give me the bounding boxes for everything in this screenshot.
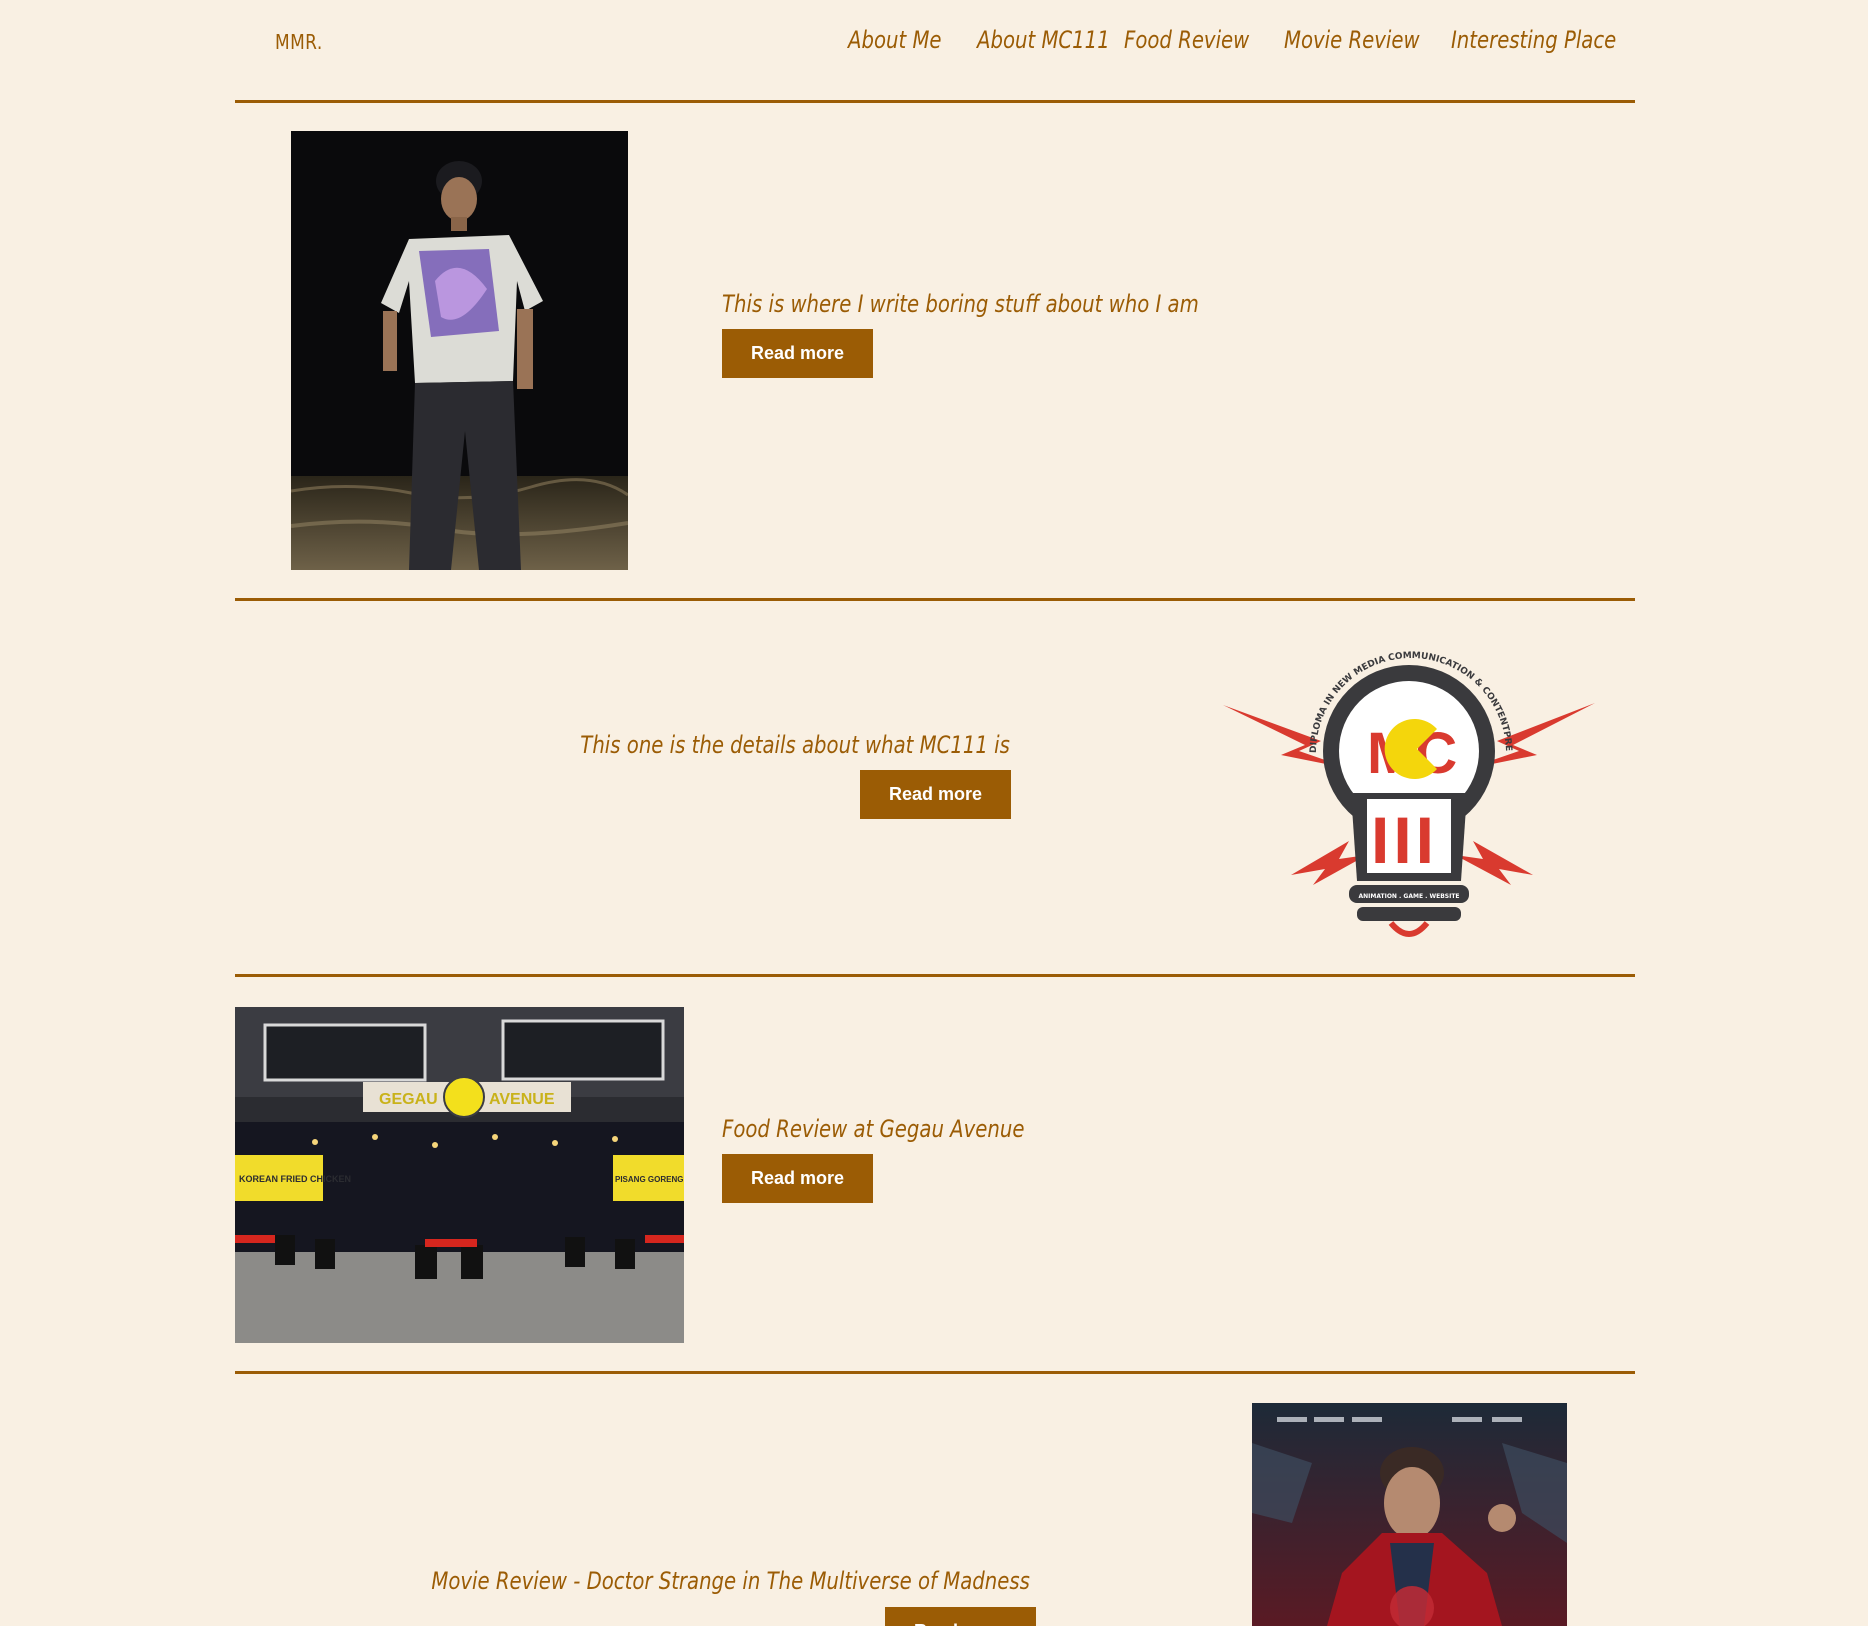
nav-about-me[interactable]: About Me xyxy=(848,26,942,54)
gegau-banner-left: KOREAN FRIED CHICKEN xyxy=(239,1174,351,1184)
nav-interesting-place[interactable]: Interesting Place xyxy=(1451,26,1616,54)
nav-food-review[interactable]: Food Review xyxy=(1124,26,1249,54)
food-review-photo: GEGAU AVENUE KOREAN FRIED CHICKEN PISANG… xyxy=(235,1007,684,1343)
food-review-text: Food Review at Gegau Avenue xyxy=(722,1115,1025,1143)
movie-review-read-more-button[interactable]: Read more xyxy=(885,1607,1036,1626)
page: MMR. About Me About MC111 Food Review Mo… xyxy=(0,0,1868,1626)
gegau-sign-right: AVENUE xyxy=(489,1091,555,1108)
mc111-logo: DIPLOMA IN NEW MEDIA COMMUNICATION & CON… xyxy=(1221,623,1597,953)
movie-poster xyxy=(1252,1403,1567,1626)
nav-movie-review[interactable]: Movie Review xyxy=(1284,26,1420,54)
nav-about-mc111[interactable]: About MC111 xyxy=(977,26,1110,54)
divider xyxy=(235,598,1635,601)
gegau-banner-right: PISANG GORENG xyxy=(615,1175,683,1184)
divider xyxy=(235,974,1635,977)
movie-review-text: Movie Review - Doctor Strange in The Mul… xyxy=(431,1567,1030,1595)
mc111-text: This one is the details about what MC111… xyxy=(580,731,1010,759)
divider xyxy=(235,100,1635,103)
divider xyxy=(235,1371,1635,1374)
about-me-photo xyxy=(291,131,628,570)
food-review-read-more-button[interactable]: Read more xyxy=(722,1154,873,1203)
main-nav: About Me About MC111 Food Review Movie R… xyxy=(0,26,1868,66)
mc111-logo-tag: ANIMATION . GAME . WEBSITE xyxy=(1358,893,1459,900)
mc111-read-more-button[interactable]: Read more xyxy=(860,770,1011,819)
about-me-read-more-button[interactable]: Read more xyxy=(722,329,873,378)
gegau-sign-left: GEGAU xyxy=(379,1091,438,1108)
about-me-text: This is where I write boring stuff about… xyxy=(722,290,1199,318)
mc111-logo-numeral: III xyxy=(1371,803,1438,877)
